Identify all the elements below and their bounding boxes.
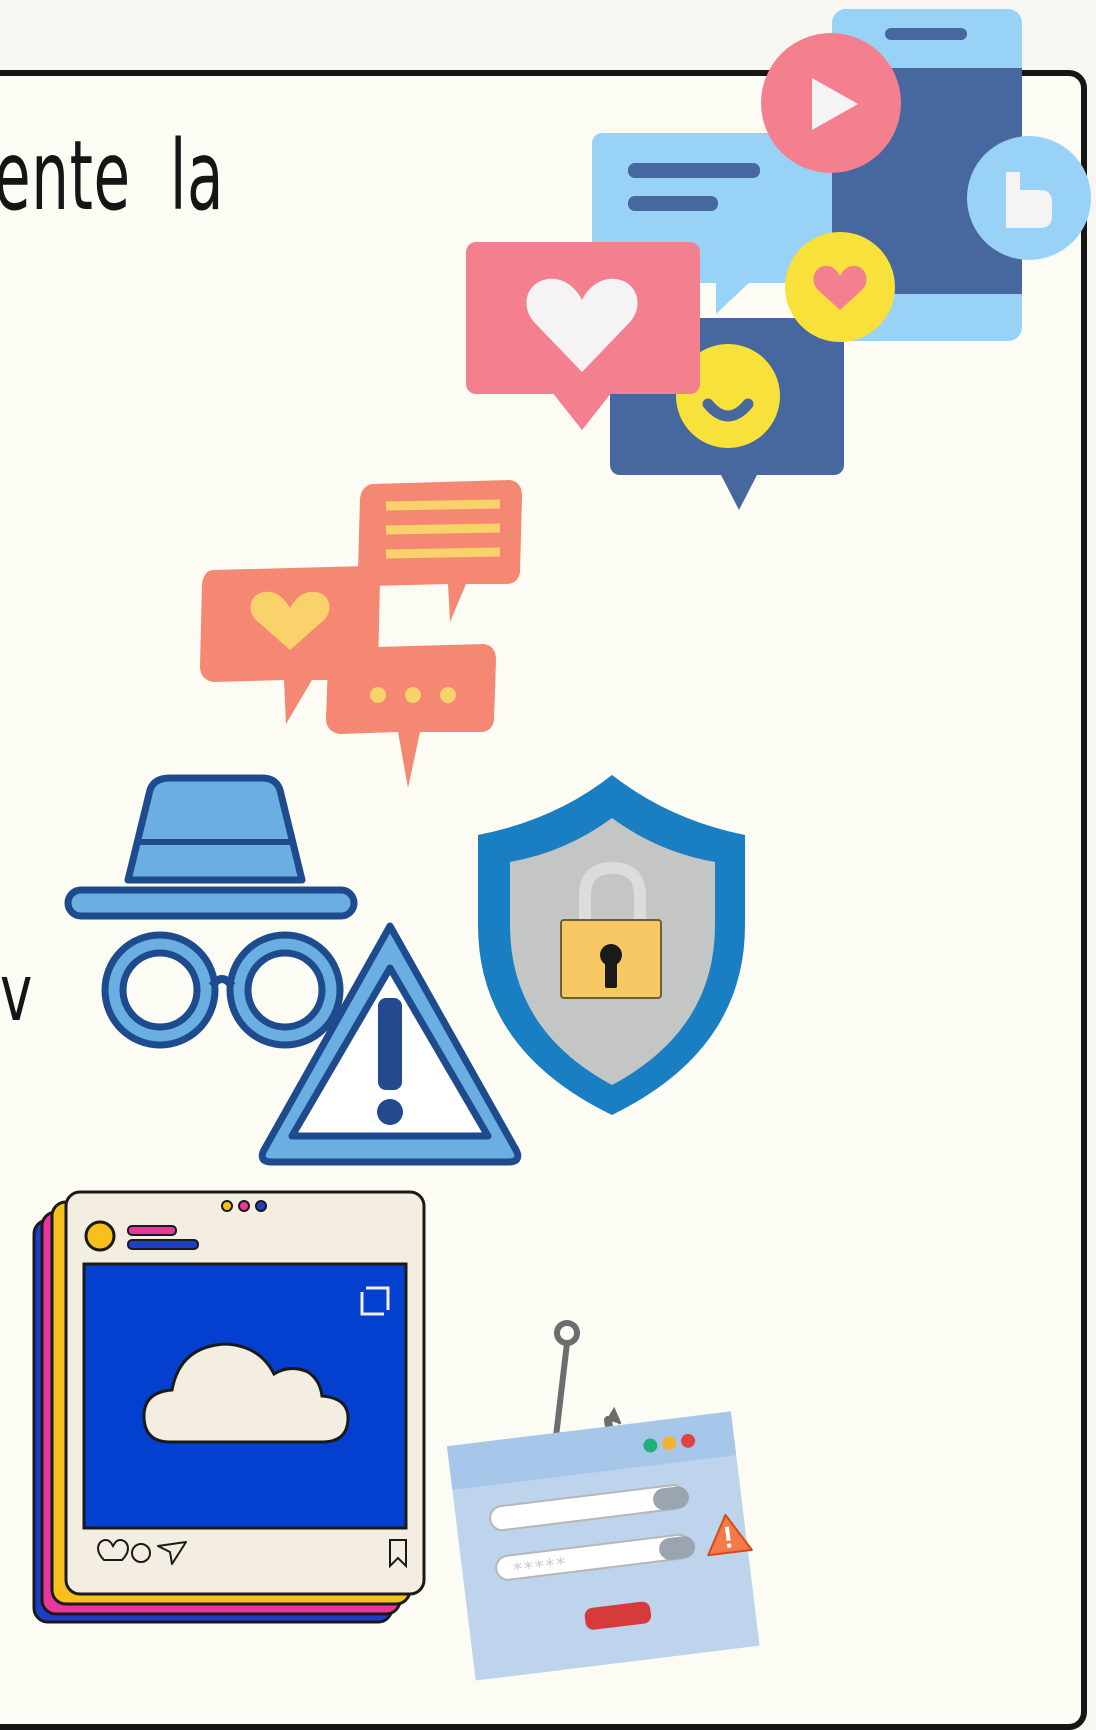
like-icon: [967, 136, 1091, 260]
shield-lock-icon: [478, 775, 745, 1115]
chat-bubbles-icon: [200, 480, 522, 788]
social-post-icon: [32, 1190, 426, 1624]
heart-badge-icon: [785, 232, 895, 342]
illustration-layer: *****: [32, 9, 1091, 1681]
incognito-icon: [64, 774, 358, 1049]
login-form-icon: *****: [446, 1411, 760, 1681]
play-icon: [761, 33, 901, 173]
social-media-cluster: [466, 9, 1091, 510]
